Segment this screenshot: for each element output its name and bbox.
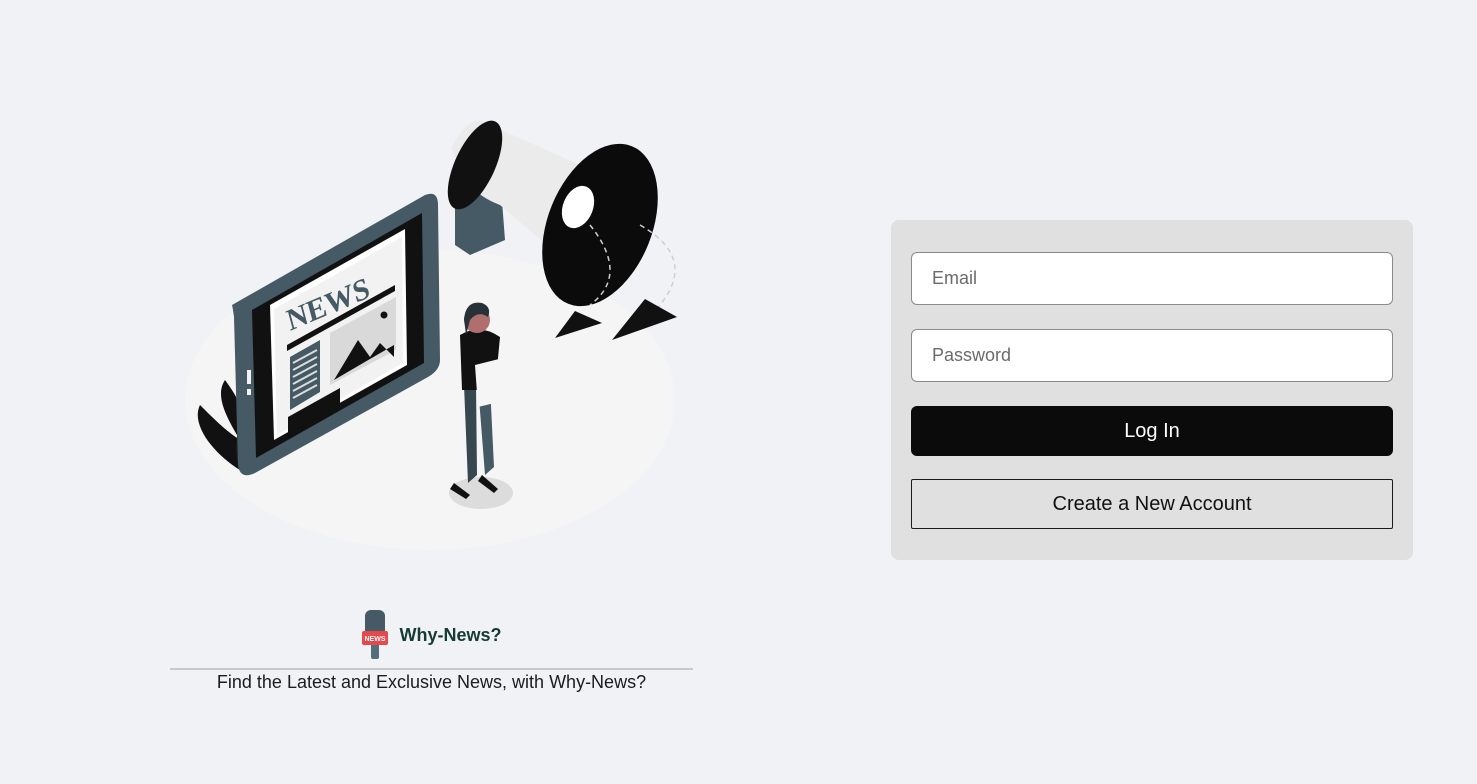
brand-name: Why-News? (399, 624, 502, 645)
login-button[interactable]: Log In (911, 406, 1393, 456)
email-field[interactable] (911, 252, 1393, 305)
brand-tagline: Find the Latest and Exclusive News, with… (216, 672, 647, 692)
logo-badge-text: NEWS (365, 636, 386, 643)
brand-section: NEWS Why-News? Find the Latest and Exclu… (170, 608, 693, 693)
news-microphone-icon: NEWS (362, 610, 389, 659)
divider (170, 668, 693, 670)
password-field[interactable] (911, 329, 1393, 382)
news-announcement-illustration-icon: NEWS (185, 120, 677, 550)
news-illustration: NEWS (170, 95, 690, 565)
login-card: Log In Create a New Account (891, 220, 1413, 560)
create-account-button[interactable]: Create a New Account (911, 479, 1393, 529)
brand-header: NEWS Why-News? (170, 608, 693, 662)
